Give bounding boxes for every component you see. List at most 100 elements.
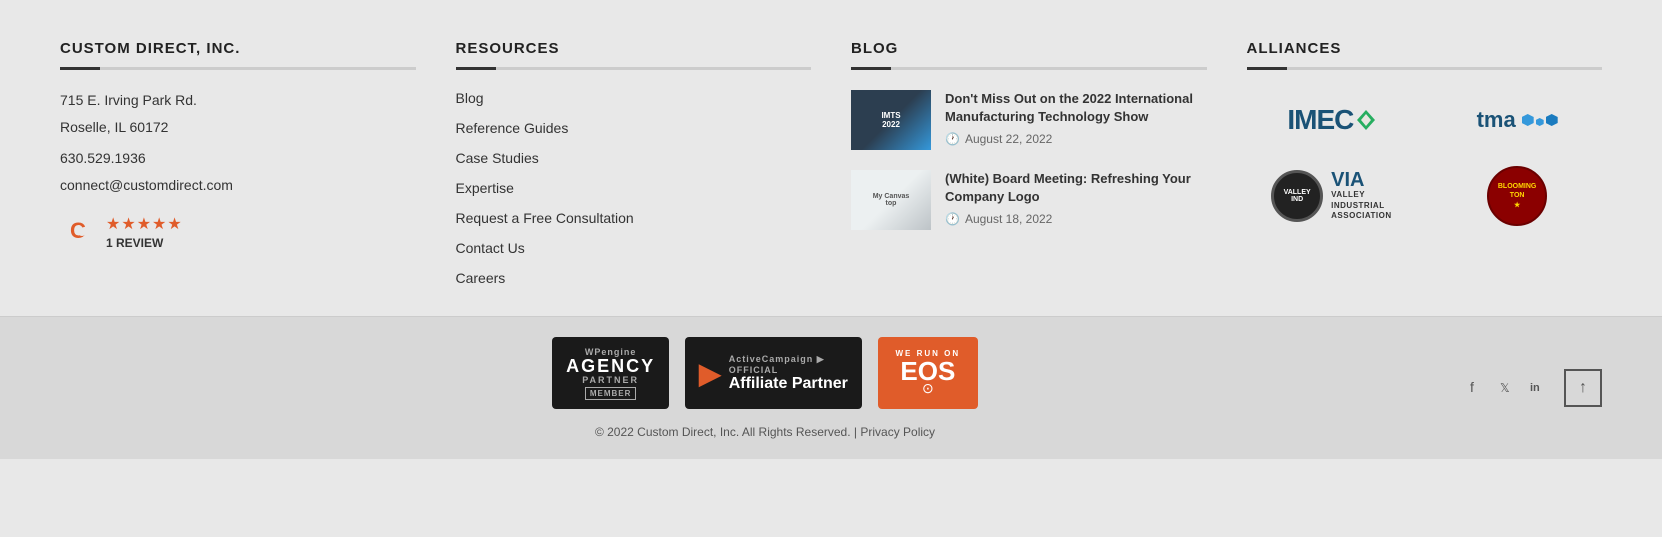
nav-item-expertise[interactable]: Expertise [456, 180, 812, 196]
social-icons: f 𝕏 in [1470, 378, 1550, 399]
wp-engine-small: WPengine [585, 347, 637, 357]
social-scroll-area: f 𝕏 in ↑ [1470, 369, 1602, 407]
blog-heading: BLOG [851, 40, 1207, 57]
linkedin-icon[interactable]: in [1530, 378, 1550, 399]
review-info: ★★★★★ 1 REVIEW [106, 214, 183, 250]
imec-logo[interactable]: IMEC [1247, 90, 1417, 150]
imec-diamond-icon [1357, 110, 1375, 130]
address-line2: Roselle, IL 60172 [60, 117, 416, 138]
blog-thumb-2: My Canvastop [851, 170, 931, 230]
svg-text:𝕏: 𝕏 [1500, 381, 1510, 394]
facebook-icon[interactable]: f [1470, 378, 1486, 399]
address-line1: 715 E. Irving Park Rd. [60, 90, 416, 111]
activecampaign-badge[interactable]: ▶ ActiveCampaign ▶ OFFICIAL Affiliate Pa… [685, 337, 862, 409]
resources-heading: RESOURCES [456, 40, 812, 57]
nav-item-consultation[interactable]: Request a Free Consultation [456, 210, 812, 226]
col-divider-alliances [1247, 67, 1603, 70]
blog-post-1-date: 🕐 August 22, 2022 [945, 132, 1207, 146]
nav-link-reference-guides[interactable]: Reference Guides [456, 120, 569, 136]
blog-post-2-title[interactable]: (White) Board Meeting: Refreshing Your C… [945, 170, 1207, 206]
svg-text:in: in [1530, 382, 1540, 394]
bloomington-logo[interactable]: BLOOMINGTON★ [1432, 166, 1602, 226]
nav-item-blog[interactable]: Blog [456, 90, 812, 106]
eos-badge[interactable]: WE RUN ON EOS ⊙ [878, 337, 978, 409]
tma-text: tma [1477, 107, 1516, 133]
via-main-text: VIA [1331, 170, 1391, 190]
alliances-column: ALLIANCES IMEC tma [1247, 40, 1603, 286]
nav-item-contact[interactable]: Contact Us [456, 240, 812, 256]
nav-link-careers[interactable]: Careers [456, 270, 506, 286]
blog-post-1-title[interactable]: Don't Miss Out on the 2022 International… [945, 90, 1207, 126]
hex-3 [1546, 114, 1558, 126]
imec-text: IMEC [1287, 104, 1353, 136]
blog-date-2-text: August 18, 2022 [965, 212, 1052, 226]
thumb-label-1: IMTS2022 [881, 111, 900, 129]
partner-logos: WPengine AGENCY PARTNER MEMBER ▶ ActiveC… [552, 337, 978, 409]
email-link[interactable]: connect@customdirect.com [60, 177, 233, 193]
tma-hexagons [1522, 114, 1558, 126]
nav-link-expertise[interactable]: Expertise [456, 180, 514, 196]
alliances-heading: ALLIANCES [1247, 40, 1603, 57]
blog-post-2-date: 🕐 August 18, 2022 [945, 212, 1207, 226]
via-sub-text: VALLEYINDUSTRIALASSOCIATION [1331, 190, 1391, 221]
blog-date-1-text: August 22, 2022 [965, 132, 1052, 146]
resources-column: RESOURCES Blog Reference Guides Case Stu… [456, 40, 812, 286]
clutch-logo: C [60, 214, 96, 250]
tma-logo[interactable]: tma [1432, 90, 1602, 150]
phone: 630.529.1936 [60, 148, 416, 169]
blog-thumb-1: IMTS2022 [851, 90, 931, 150]
col-divider-resources [456, 67, 812, 70]
twitter-icon[interactable]: 𝕏 [1500, 378, 1516, 399]
svg-text:f: f [1470, 379, 1474, 394]
col-divider-blog [851, 67, 1207, 70]
email[interactable]: connect@customdirect.com [60, 175, 416, 196]
stars: ★★★★★ [106, 214, 183, 234]
hex-2 [1536, 118, 1544, 126]
copyright-line: © 2022 Custom Direct, Inc. All Rights Re… [595, 425, 935, 439]
wp-agency-text: AGENCY [566, 357, 655, 375]
nav-link-consultation[interactable]: Request a Free Consultation [456, 210, 634, 226]
ac-arrow-icon: ▶ [699, 357, 721, 390]
scroll-top-button[interactable]: ↑ [1564, 369, 1602, 407]
hex-1 [1522, 114, 1534, 126]
wpengine-badge[interactable]: WPengine AGENCY PARTNER MEMBER [552, 337, 669, 409]
col-divider [60, 67, 416, 70]
privacy-policy-link[interactable]: Privacy Policy [860, 425, 935, 439]
clock-icon-2: 🕐 [945, 212, 960, 226]
via-logo[interactable]: VALLEYIND VIA VALLEYINDUSTRIALASSOCIATIO… [1247, 166, 1417, 226]
eos-icon: ⊙ [922, 380, 934, 397]
resources-nav: Blog Reference Guides Case Studies Exper… [456, 90, 812, 286]
footer-main: CUSTOM DIRECT, INC. 715 E. Irving Park R… [0, 0, 1662, 316]
bloom-circle: BLOOMINGTON★ [1487, 166, 1547, 226]
bottom-center: WPengine AGENCY PARTNER MEMBER ▶ ActiveC… [60, 337, 1470, 439]
ac-affiliate-text: Affiliate Partner [729, 375, 848, 393]
nav-item-case-studies[interactable]: Case Studies [456, 150, 812, 166]
nav-link-contact[interactable]: Contact Us [456, 240, 525, 256]
alliances-grid: IMEC tma [1247, 90, 1603, 226]
nav-link-blog[interactable]: Blog [456, 90, 484, 106]
blog-column: BLOG IMTS2022 Don't Miss Out on the 2022… [851, 40, 1207, 286]
wp-member-text: MEMBER [585, 387, 637, 400]
blog-post-1: IMTS2022 Don't Miss Out on the 2022 Inte… [851, 90, 1207, 150]
ac-text-block: ActiveCampaign ▶ OFFICIAL Affiliate Part… [729, 354, 848, 393]
ac-official-label: OFFICIAL [729, 365, 848, 375]
company-column: CUSTOM DIRECT, INC. 715 E. Irving Park R… [60, 40, 416, 286]
wp-partner-text: PARTNER [582, 375, 639, 385]
blog-post-2: My Canvastop (White) Board Meeting: Refr… [851, 170, 1207, 230]
thumb-label-2: My Canvastop [873, 193, 910, 207]
via-text: VIA VALLEYINDUSTRIALASSOCIATION [1331, 170, 1391, 221]
scroll-top-arrow: ↑ [1579, 379, 1587, 397]
address-block: 715 E. Irving Park Rd. Roselle, IL 60172… [60, 90, 416, 196]
via-circle-emblem: VALLEYIND [1271, 170, 1323, 222]
company-heading: CUSTOM DIRECT, INC. [60, 40, 416, 57]
nav-item-careers[interactable]: Careers [456, 270, 812, 286]
ac-official-text: ActiveCampaign ▶ [729, 354, 848, 365]
nav-link-case-studies[interactable]: Case Studies [456, 150, 539, 166]
nav-item-reference-guides[interactable]: Reference Guides [456, 120, 812, 136]
review-count: 1 REVIEW [106, 236, 183, 250]
blog-post-2-content: (White) Board Meeting: Refreshing Your C… [945, 170, 1207, 230]
blog-post-1-content: Don't Miss Out on the 2022 International… [945, 90, 1207, 150]
review-block: C ★★★★★ 1 REVIEW [60, 214, 416, 250]
footer-bottom: WPengine AGENCY PARTNER MEMBER ▶ ActiveC… [0, 316, 1662, 459]
copyright-text: © 2022 Custom Direct, Inc. All Rights Re… [595, 425, 857, 439]
